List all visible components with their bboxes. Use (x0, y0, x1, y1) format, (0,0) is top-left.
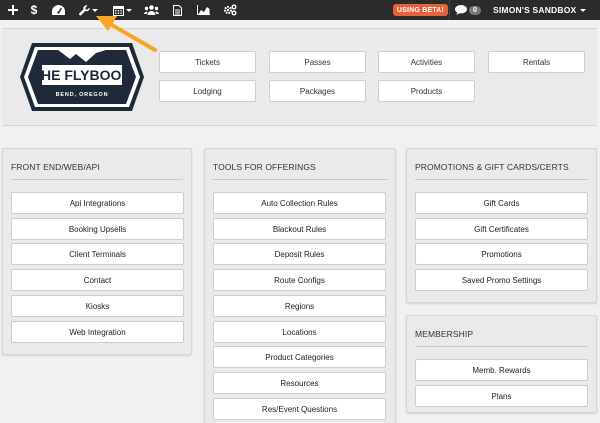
chart-icon[interactable] (195, 0, 211, 20)
card-title: PROMOTIONS & GIFT CARDS/CERTS (415, 162, 569, 172)
card-divider (415, 179, 588, 180)
quick-link-products[interactable]: Products (378, 80, 475, 102)
card-divider (213, 179, 387, 180)
dollar-icon[interactable]: $ (28, 0, 40, 20)
chevron-down-icon (580, 8, 587, 12)
deposit-rules-button[interactable]: Deposit Rules (213, 243, 386, 265)
gift-cards-button[interactable]: Gift Cards (415, 192, 588, 214)
gift-certificates-button[interactable]: Gift Certificates (415, 218, 588, 240)
card-title: TOOLS FOR OFFERINGS (213, 162, 316, 172)
regions-button[interactable]: Regions (213, 295, 386, 317)
account-menu[interactable]: SIMON'S SANDBOX (493, 0, 587, 20)
contact-button[interactable]: Contact (11, 269, 184, 291)
front-end-card: FRONT END/WEB/API Api Integrations Booki… (2, 148, 192, 355)
account-label: SIMON'S SANDBOX (493, 5, 577, 15)
booking-upsells-button[interactable]: Booking Upsells (11, 218, 184, 240)
gears-icon[interactable] (222, 0, 238, 20)
nav-divider (449, 0, 450, 20)
res-event-questions-button[interactable]: Res/Event Questions (213, 398, 386, 420)
card-title: MEMBERSHIP (415, 329, 474, 339)
message-count-badge: 0 (469, 5, 481, 15)
plus-icon[interactable] (6, 0, 20, 20)
quick-link-rentals[interactable]: Rentals (488, 51, 585, 73)
header-panel: THE FLYBOOK BEND, OREGON Tickets Passes … (2, 28, 597, 126)
client-terminals-button[interactable]: Client Terminals (11, 243, 184, 265)
product-categories-button[interactable]: Product Categories (213, 346, 386, 368)
top-nav-bar: $ USING BETA! 0 SIMON'S SANDBOX (0, 0, 600, 20)
api-integrations-button[interactable]: Api Integrations (11, 192, 184, 214)
tools-card: TOOLS FOR OFFERINGS Auto Collection Rule… (204, 148, 396, 423)
messages-button[interactable]: 0 (455, 3, 481, 17)
membership-card: MEMBERSHIP Memb. Rewards Plans (406, 315, 597, 413)
resources-button[interactable]: Resources (213, 372, 386, 394)
wrench-icon[interactable] (77, 0, 99, 20)
beta-badge[interactable]: USING BETA! (393, 4, 448, 16)
quick-link-tickets[interactable]: Tickets (159, 51, 256, 73)
card-title: FRONT END/WEB/API (11, 162, 100, 172)
route-configs-button[interactable]: Route Configs (213, 269, 386, 291)
dashboard-icon[interactable] (50, 0, 66, 20)
memb-rewards-button[interactable]: Memb. Rewards (415, 359, 588, 381)
chevron-down-icon (91, 8, 98, 12)
saved-promo-settings-button[interactable]: Saved Promo Settings (415, 269, 588, 291)
plans-button[interactable]: Plans (415, 385, 588, 407)
kiosks-button[interactable]: Kiosks (11, 295, 184, 317)
card-divider (11, 179, 183, 180)
locations-button[interactable]: Locations (213, 321, 386, 343)
quick-link-activities[interactable]: Activities (378, 51, 475, 73)
logo-subtitle: BEND, OREGON (56, 92, 109, 98)
logo-title: THE FLYBOOK (32, 67, 131, 83)
quick-link-lodging[interactable]: Lodging (159, 80, 256, 102)
quick-link-packages[interactable]: Packages (269, 80, 366, 102)
auto-collection-rules-button[interactable]: Auto Collection Rules (213, 192, 386, 214)
calendar-icon[interactable] (111, 0, 133, 20)
quick-link-passes[interactable]: Passes (269, 51, 366, 73)
document-icon[interactable] (171, 0, 183, 20)
web-integration-button[interactable]: Web Integration (11, 321, 184, 343)
card-divider (415, 346, 588, 347)
chevron-down-icon (125, 8, 132, 12)
chat-bubble-icon (455, 5, 467, 15)
users-icon[interactable] (143, 0, 160, 20)
promotions-button[interactable]: Promotions (415, 243, 588, 265)
blackout-rules-button[interactable]: Blackout Rules (213, 218, 386, 240)
flybook-logo: THE FLYBOOK BEND, OREGON (20, 43, 144, 111)
promotions-card: PROMOTIONS & GIFT CARDS/CERTS Gift Cards… (406, 148, 597, 303)
